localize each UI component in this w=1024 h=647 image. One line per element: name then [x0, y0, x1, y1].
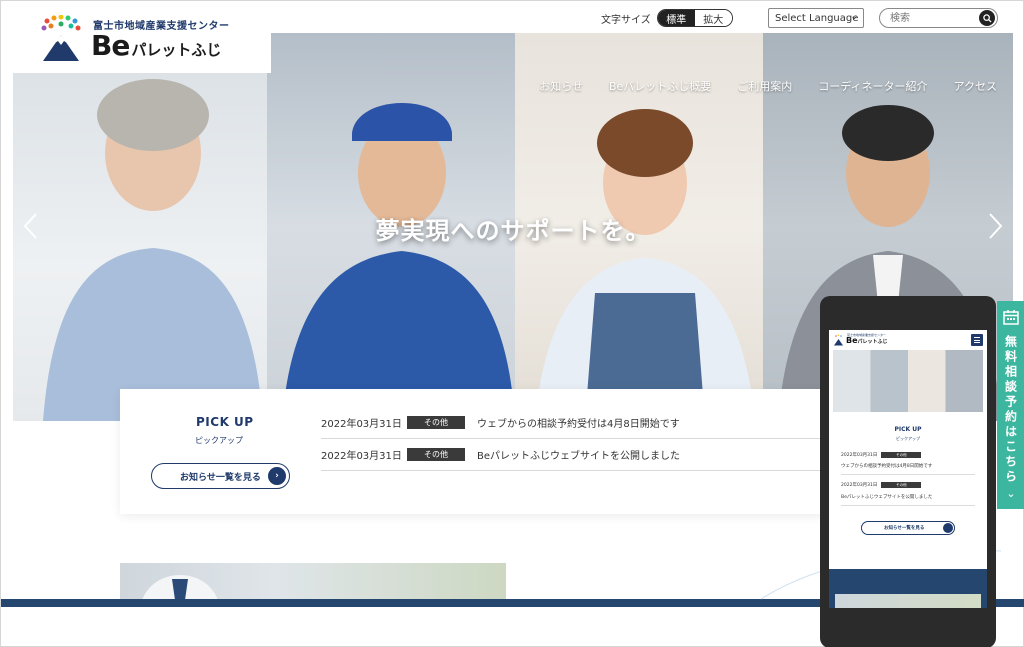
- nav-about[interactable]: Beパレットふじ概要: [609, 78, 711, 94]
- search-button[interactable]: [979, 10, 995, 26]
- pickup-title: PICK UP: [196, 415, 254, 429]
- nav-coordinators[interactable]: コーディネーター紹介: [818, 78, 927, 94]
- news-item[interactable]: 2022年03月31日 その他 ウェブからの相談予約受付は4月8日開始です: [321, 407, 840, 439]
- search-box: [879, 8, 998, 28]
- font-large-button[interactable]: 拡大: [694, 10, 732, 26]
- news-list-button[interactable]: お知らせ一覧を見る ›: [151, 463, 290, 489]
- divider: [841, 505, 975, 506]
- mobile-hero: [833, 350, 983, 412]
- mobile-logo-latin: Be: [846, 336, 858, 345]
- mobile-news-title[interactable]: ウェブからの相談予約受付は4月8日開始です: [841, 463, 975, 469]
- nav-news[interactable]: お知らせ: [539, 78, 583, 94]
- pickup-subtitle: ピックアップ: [195, 436, 243, 445]
- mobile-section-photo: [835, 594, 981, 608]
- chevron-down-icon: ⌄: [1006, 487, 1016, 500]
- free-consultation-tab[interactable]: 無料相談予約はこちら ⌄: [997, 301, 1024, 509]
- logo-mountain-icon: [41, 15, 81, 61]
- news-category-tag: その他: [407, 448, 465, 461]
- mobile-logo-kana: パレットふじ: [857, 339, 888, 345]
- search-input[interactable]: [890, 11, 970, 25]
- news-date: 2022年03月31日: [321, 451, 402, 462]
- news-date: 2022年03月31日: [321, 419, 402, 430]
- mobile-news-tag: その他: [881, 482, 922, 488]
- news-title[interactable]: Beパレットふじウェブサイトを公開しました: [477, 447, 680, 462]
- free-consultation-label: 無料相談予約はこちら: [1003, 335, 1018, 485]
- mobile-header: 富士市地域産業支援センター Beパレットふじ: [829, 330, 987, 350]
- logo-latin: Be: [91, 29, 130, 62]
- mobile-news-title[interactable]: Beパレットふじウェブサイトを公開しました: [841, 494, 975, 500]
- logo-mountain-icon: [834, 334, 843, 346]
- page-frame: 富士市地域産業支援センター Be パレットふじ 文字サイズ 標準 拡大 Selec…: [0, 0, 1024, 647]
- font-standard-button[interactable]: 標準: [657, 10, 695, 26]
- mobile-logo: Beパレットふじ: [846, 336, 888, 345]
- language-select[interactable]: Select Language ⌄: [768, 8, 864, 28]
- mobile-news-date: 2022年03月31日: [841, 453, 878, 458]
- news-category-tag: その他: [407, 416, 465, 429]
- hamburger-menu-icon[interactable]: [971, 334, 983, 346]
- nav-guide[interactable]: ご利用案内: [737, 78, 792, 94]
- news-list-button-label: お知らせ一覧を見る: [180, 472, 261, 483]
- mobile-preview: 富士市地域産業支援センター Beパレットふじ PICK UP ピックアップ 20…: [820, 296, 996, 647]
- arrow-right-icon: ›: [268, 467, 286, 485]
- nav-access[interactable]: アクセス: [954, 78, 997, 94]
- mobile-news-date-row: 2022年03月31日 その他: [841, 452, 975, 458]
- font-size-label: 文字サイズ: [601, 14, 651, 26]
- mobile-news-tag: その他: [881, 452, 922, 458]
- mobile-pickup-subtitle: ピックアップ: [896, 436, 920, 441]
- hero-tagline: 夢実現へのサポートを。: [375, 217, 651, 245]
- calendar-icon: [1003, 310, 1019, 325]
- logo-kana: パレットふじ: [131, 41, 222, 59]
- slider-next-icon[interactable]: [985, 211, 1005, 241]
- search-icon: [982, 13, 992, 23]
- language-select-label: Select Language: [775, 12, 859, 24]
- news-title[interactable]: ウェブからの相談予約受付は4月8日開始です: [477, 415, 680, 430]
- slider-prev-icon[interactable]: [21, 211, 41, 241]
- pickup-card: PICK UP ピックアップ お知らせ一覧を見る › 2022年03月31日 そ…: [120, 389, 840, 514]
- site-logo[interactable]: 富士市地域産業支援センター Be パレットふじ: [13, 5, 271, 73]
- mobile-news-list-button-label: お知らせ一覧を見る: [884, 526, 925, 531]
- arrow-right-icon: [943, 523, 953, 533]
- chevron-down-icon: ⌄: [850, 12, 858, 22]
- mobile-news-date: 2022年03月31日: [841, 483, 878, 488]
- logo-title: Be パレットふじ: [91, 29, 221, 62]
- font-size-toggle: 標準 拡大: [656, 9, 733, 27]
- mobile-news-date-row: 2022年03月31日 その他: [841, 482, 975, 488]
- mobile-pickup-title: PICK UP: [894, 426, 922, 433]
- font-size-controls: 文字サイズ 標準 拡大: [601, 8, 733, 28]
- news-item[interactable]: 2022年03月31日 その他 Beパレットふじウェブサイトを公開しました: [321, 439, 840, 471]
- divider: [841, 474, 975, 475]
- mobile-news-list-button[interactable]: お知らせ一覧を見る: [861, 521, 955, 535]
- mobile-screen: 富士市地域産業支援センター Beパレットふじ PICK UP ピックアップ 20…: [829, 330, 987, 608]
- main-nav: お知らせ Beパレットふじ概要 ご利用案内 コーディネーター紹介 アクセス: [539, 78, 997, 94]
